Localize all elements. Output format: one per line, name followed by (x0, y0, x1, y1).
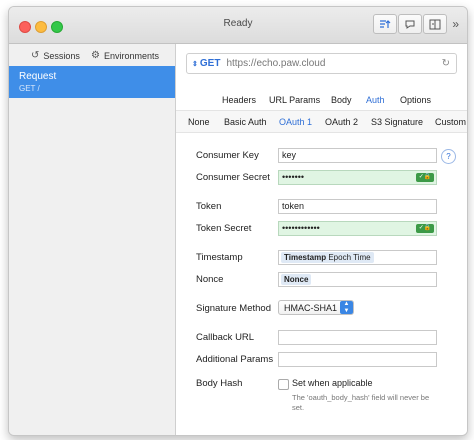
signature-method-select[interactable]: HMAC-SHA1 ▲ ▼ (278, 300, 354, 315)
auth-tab-oauth2[interactable]: OAuth 2 (325, 117, 358, 127)
sort-toolbar-button[interactable] (373, 14, 397, 34)
updown-arrows-icon: ▲ ▼ (340, 301, 353, 314)
sidebar-tab-sessions[interactable]: ↺ Sessions (31, 50, 80, 61)
url-input[interactable]: https://echo.paw.cloud (226, 58, 441, 69)
refresh-icon[interactable]: ↻ (442, 58, 450, 69)
request-summary: GET / (19, 84, 40, 93)
token-detail: Epoch Time (328, 253, 371, 262)
auth-tab-basic[interactable]: Basic Auth (224, 117, 267, 127)
tab-auth[interactable]: Auth (366, 95, 385, 105)
sidebar-tabs: ↺ Sessions ⚙ Environments (9, 44, 175, 67)
updown-arrows-icon: ⇕ (192, 60, 198, 68)
signature-method-label: Signature Method (196, 303, 271, 314)
body-hash-label: Body Hash (196, 378, 243, 389)
sort-icon (380, 20, 391, 28)
nonce-label: Nonce (196, 274, 224, 285)
comment-toolbar-button[interactable] (398, 14, 422, 34)
token-secret-input[interactable]: •••••••••••• ✓🔒 (278, 221, 437, 236)
consumer-secret-value: ••••••• (282, 172, 305, 182)
auth-tab-none[interactable]: None (188, 117, 210, 127)
url-bar[interactable]: ⇕ GET https://echo.paw.cloud ↻ (186, 53, 457, 74)
lock-icon[interactable]: ✓🔒 (416, 173, 434, 182)
request-name: Request (19, 71, 57, 82)
consumer-secret-label: Consumer Secret (196, 172, 270, 183)
panel-layout-icon (429, 19, 441, 29)
sidebar-tab-environments[interactable]: ⚙ Environments (91, 50, 159, 61)
sidebar-tab-label: Environments (103, 50, 159, 61)
token-label: Token (196, 201, 222, 212)
auth-tab-oauth1[interactable]: OAuth 1 (279, 117, 312, 127)
title-bar: Ready » (9, 7, 467, 44)
callback-url-input[interactable] (278, 330, 437, 345)
main-panel: ⇕ GET https://echo.paw.cloud ↻ Headers U… (176, 44, 467, 435)
lock-icon[interactable]: ✓🔒 (416, 224, 434, 233)
toolbar-overflow-chevron-icon[interactable]: » (452, 17, 459, 31)
timestamp-input[interactable]: Timestamp Epoch Time (278, 250, 437, 265)
gear-icon: ⚙ (91, 50, 100, 61)
auth-type-tabs: None Basic Auth OAuth 1 OAuth 2 S3 Signa… (176, 110, 467, 133)
auth-tab-custom[interactable]: Custom (435, 117, 466, 127)
history-icon: ↺ (31, 50, 40, 61)
timestamp-token[interactable]: Timestamp Epoch Time (281, 252, 374, 263)
callback-url-label: Callback URL (196, 332, 255, 343)
nonce-input[interactable]: Nonce (278, 272, 437, 287)
method-label: GET (199, 58, 221, 69)
token-secret-value: •••••••••••• (282, 223, 320, 233)
nonce-token[interactable]: Nonce (281, 274, 312, 285)
app-window: Ready » ↺ Sessions ⚙ Environments Reques… (8, 6, 468, 436)
method-selector[interactable]: ⇕ GET (192, 58, 220, 69)
tab-body[interactable]: Body (331, 95, 352, 105)
sidebar-tab-label: Sessions (43, 50, 80, 61)
body-hash-checkbox[interactable] (278, 379, 289, 390)
consumer-key-input[interactable]: key (278, 148, 437, 163)
token-secret-label: Token Secret (196, 223, 252, 234)
auth-tab-s3[interactable]: S3 Signature (371, 117, 423, 127)
sidebar: ↺ Sessions ⚙ Environments Request GET / (9, 44, 176, 435)
tab-options[interactable]: Options (400, 95, 431, 105)
token-input[interactable]: token (278, 199, 437, 214)
tab-headers[interactable]: Headers (222, 95, 256, 105)
consumer-key-label: Consumer Key (196, 150, 259, 161)
additional-params-input[interactable] (278, 352, 437, 367)
tab-url-params[interactable]: URL Params (269, 95, 320, 105)
body-hash-checkbox-label[interactable]: Set when applicable (292, 378, 373, 388)
speech-bubble-icon (405, 20, 415, 29)
sidebar-item-request[interactable]: Request GET / (9, 66, 175, 98)
additional-params-label: Additional Params (196, 354, 274, 365)
consumer-secret-input[interactable]: ••••••• ✓🔒 (278, 170, 437, 185)
timestamp-label: Timestamp (196, 252, 243, 263)
body-hash-hint: The 'oauth_body_hash' field will never b… (292, 393, 430, 412)
token-name: Nonce (284, 275, 309, 284)
help-button[interactable]: ? (441, 149, 456, 164)
layout-toolbar-button[interactable] (423, 14, 447, 34)
request-tabs: Headers URL Params Body Auth Options (176, 90, 467, 110)
token-name: Timestamp (284, 253, 327, 262)
signature-method-value: HMAC-SHA1 (284, 303, 338, 313)
